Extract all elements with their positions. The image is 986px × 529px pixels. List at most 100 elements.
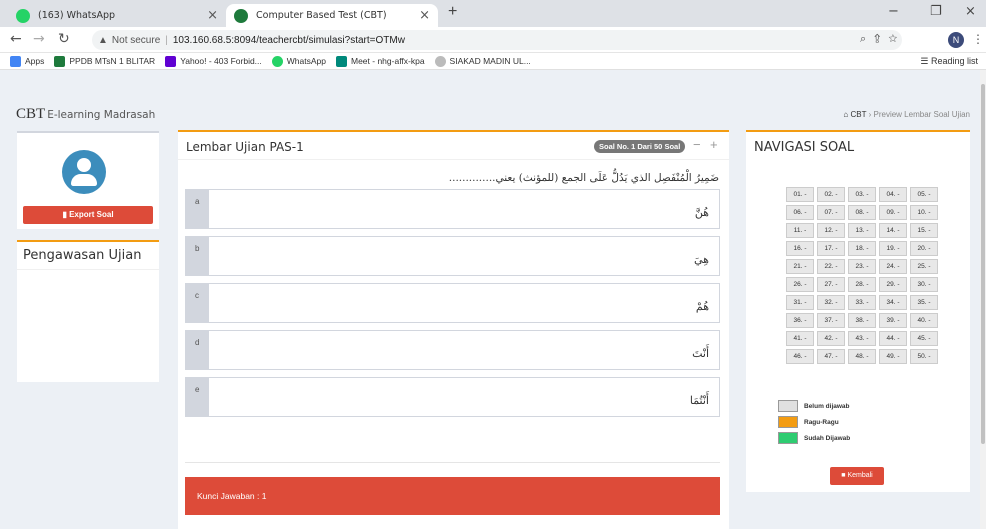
question-nav-cell[interactable]: 08. - (848, 205, 876, 220)
bookmark-whatsapp[interactable]: WhatsApp (271, 55, 326, 67)
bookmark-meet[interactable]: Meet - nhg-affx-kpa (336, 55, 425, 67)
page-scrollbar[interactable] (980, 70, 986, 529)
question-nav-cell[interactable]: 40. - (910, 313, 938, 328)
globe-icon (434, 55, 446, 67)
question-nav-cell[interactable]: 31. - (786, 295, 814, 310)
question-nav-cell[interactable]: 48. - (848, 349, 876, 364)
question-nav-cell[interactable]: 01. - (786, 187, 814, 202)
question-nav-cell[interactable]: 28. - (848, 277, 876, 292)
question-nav-cell[interactable]: 13. - (848, 223, 876, 238)
exam-sheet: Lembar Ujian PAS-1 Soal No. 1 Dari 50 So… (178, 130, 729, 529)
question-nav-cell[interactable]: 27. - (817, 277, 845, 292)
question-nav-cell[interactable]: 15. - (910, 223, 938, 238)
question-nav-cell[interactable]: 14. - (879, 223, 907, 238)
question-nav-cell[interactable]: 41. - (786, 331, 814, 346)
stop-icon: ■ (841, 472, 846, 479)
brand-title[interactable]: CBT E-learning Madrasah (16, 106, 155, 123)
question-nav-cell[interactable]: 44. - (879, 331, 907, 346)
option-c[interactable]: c هُمْ (185, 283, 720, 323)
question-nav-cell[interactable]: 35. - (910, 295, 938, 310)
question-nav-cell[interactable]: 46. - (786, 349, 814, 364)
tab-whatsapp[interactable]: (163) WhatsApp × (8, 4, 226, 27)
question-nav-cell[interactable]: 30. - (910, 277, 938, 292)
address-actions-icon[interactable]: ⌕⇪☆ (860, 33, 905, 46)
question-nav-cell[interactable]: 16. - (786, 241, 814, 256)
question-nav-cell[interactable]: 29. - (879, 277, 907, 292)
question-nav-cell[interactable]: 26. - (786, 277, 814, 292)
question-nav-cell[interactable]: 32. - (817, 295, 845, 310)
bookmark-ppdb[interactable]: PPDB MTsN 1 BLITAR (54, 55, 155, 67)
option-a[interactable]: a هُنَّ (185, 189, 720, 229)
question-nav-cell[interactable]: 34. - (879, 295, 907, 310)
url-bar[interactable]: ▲ Not secure | 103.160.68.5:8094/teacher… (92, 30, 902, 50)
question-nav-cell[interactable]: 21. - (786, 259, 814, 274)
question-nav-cell[interactable]: 05. - (910, 187, 938, 202)
question-nav-cell[interactable]: 43. - (848, 331, 876, 346)
question-nav-cell[interactable]: 07. - (817, 205, 845, 220)
question-nav-cell[interactable]: 02. - (817, 187, 845, 202)
question-nav-cell[interactable]: 49. - (879, 349, 907, 364)
question-nav-cell[interactable]: 18. - (848, 241, 876, 256)
new-tab-button[interactable]: + (448, 3, 457, 21)
expand-icon[interactable]: + (710, 137, 718, 152)
browser-menu-icon[interactable]: ⋮ (972, 32, 984, 46)
question-nav-cell[interactable]: 36. - (786, 313, 814, 328)
window-close-button[interactable]: × (965, 4, 976, 19)
kembali-button[interactable]: ■ Kembali (830, 467, 884, 485)
kembali-label: Kembali (847, 472, 873, 479)
breadcrumb-current: Preview Lembar Soal Ujian (873, 110, 971, 119)
question-nav-cell[interactable]: 33. - (848, 295, 876, 310)
question-nav-cell[interactable]: 17. - (817, 241, 845, 256)
question-nav-cell[interactable]: 04. - (879, 187, 907, 202)
legend-label: Sudah Dijawab (804, 434, 851, 442)
question-nav-cell[interactable]: 25. - (910, 259, 938, 274)
restore-button[interactable]: ❐ (930, 4, 942, 19)
question-nav-cell[interactable]: 06. - (786, 205, 814, 220)
tab-cbt[interactable]: Computer Based Test (CBT) × (226, 4, 438, 27)
whatsapp-icon (271, 55, 283, 67)
question-nav-cell[interactable]: 11. - (786, 223, 814, 238)
legend-item: Sudah Dijawab (778, 432, 850, 444)
export-soal-button[interactable]: ▮ Export Soal (23, 206, 153, 224)
question-counter-badge: Soal No. 1 Dari 50 Soal (594, 140, 686, 153)
option-e[interactable]: e أَنْتُمَا (185, 377, 720, 417)
option-text: هِيَ (209, 236, 720, 276)
tab-close-icon[interactable]: × (419, 8, 430, 23)
bookmark-siakad[interactable]: SIAKAD MADIN UL... (434, 55, 531, 67)
question-nav-cell[interactable]: 42. - (817, 331, 845, 346)
minimize-button[interactable]: − (888, 4, 899, 19)
reload-icon[interactable]: ↻ (58, 31, 70, 47)
bookmark-yahoo[interactable]: Yahoo! - 403 Forbid... (165, 55, 262, 67)
question-nav-cell[interactable]: 45. - (910, 331, 938, 346)
question-nav-cell[interactable]: 20. - (910, 241, 938, 256)
question-nav-cell[interactable]: 09. - (879, 205, 907, 220)
bookmark-apps[interactable]: Apps (10, 55, 44, 67)
breadcrumb-home[interactable]: CBT (851, 110, 867, 119)
question-nav-cell[interactable]: 10. - (910, 205, 938, 220)
tab-close-icon[interactable]: × (207, 8, 218, 23)
reading-list-button[interactable]: ☰ Reading list (920, 56, 978, 67)
security-label: Not secure (111, 34, 161, 46)
question-nav-cell[interactable]: 24. - (879, 259, 907, 274)
file-icon: ▮ (62, 210, 67, 219)
question-nav-cell[interactable]: 19. - (879, 241, 907, 256)
option-b[interactable]: b هِيَ (185, 236, 720, 276)
question-nav-cell[interactable]: 12. - (817, 223, 845, 238)
navigation-title: NAVIGASI SOAL (754, 140, 855, 155)
question-nav-cell[interactable]: 37. - (817, 313, 845, 328)
question-nav-cell[interactable]: 23. - (848, 259, 876, 274)
profile-avatar[interactable]: N (948, 32, 964, 48)
question-nav-cell[interactable]: 39. - (879, 313, 907, 328)
question-nav-cell[interactable]: 47. - (817, 349, 845, 364)
option-d[interactable]: d أَنْتَ (185, 330, 720, 370)
export-label: Export Soal (69, 210, 114, 219)
question-nav-cell[interactable]: 22. - (817, 259, 845, 274)
question-nav-cell[interactable]: 38. - (848, 313, 876, 328)
legend-label: Belum dijawab (804, 402, 850, 410)
back-arrow-icon[interactable]: ← (10, 31, 22, 47)
question-nav-cell[interactable]: 03. - (848, 187, 876, 202)
question-nav-cell[interactable]: 50. - (910, 349, 938, 364)
forward-arrow-icon[interactable]: → (33, 31, 45, 47)
scrollbar-thumb[interactable] (981, 84, 985, 444)
collapse-icon[interactable]: − (693, 137, 701, 152)
